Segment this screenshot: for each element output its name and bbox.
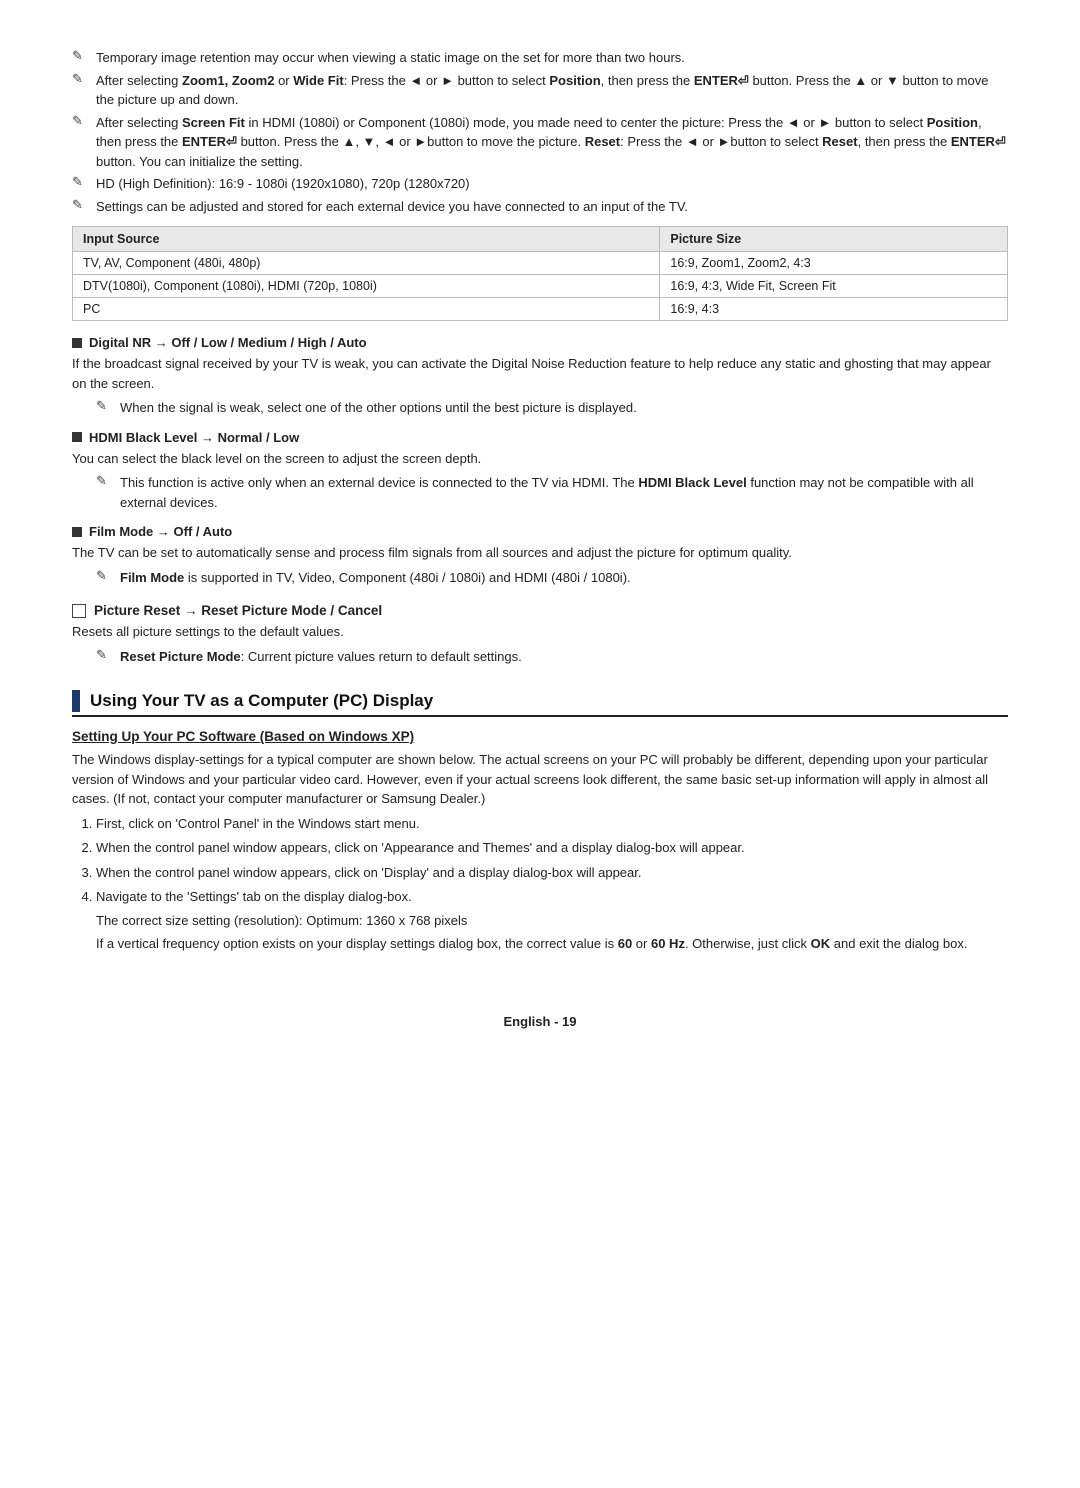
digital-nr-note-text: When the signal is weak, select one of t… <box>120 398 637 418</box>
note-2: ✎ After selecting Zoom1, Zoom2 or Wide F… <box>72 71 1008 110</box>
hdmi-black-note: ✎ This function is active only when an e… <box>72 473 1008 512</box>
digital-nr-note: ✎ When the signal is weak, select one of… <box>72 398 1008 418</box>
note-1: ✎ Temporary image retention may occur wh… <box>72 48 1008 68</box>
pc-step-4-text: Navigate to the 'Settings' tab on the di… <box>96 889 412 904</box>
note-4: ✎ HD (High Definition): 16:9 - 1080i (19… <box>72 174 1008 194</box>
note-icon-4: ✎ <box>72 174 90 190</box>
note-text-3: After selecting Screen Fit in HDMI (1080… <box>96 113 1008 172</box>
hdmi-black-title: HDMI Black Level → Normal / Low <box>89 430 299 445</box>
note-5: ✎ Settings can be adjusted and stored fo… <box>72 197 1008 217</box>
table-cell-picture-1: 16:9, Zoom1, Zoom2, 4:3 <box>660 252 1008 275</box>
footer-label: English - 19 <box>504 1014 577 1029</box>
table-header-picture: Picture Size <box>660 227 1008 252</box>
picture-reset-heading: Picture Reset → Reset Picture Mode / Can… <box>72 603 1008 618</box>
film-mode-note-text: Film Mode is supported in TV, Video, Com… <box>120 568 631 588</box>
picture-reset-note-text: Reset Picture Mode: Current picture valu… <box>120 647 522 667</box>
picture-reset-title: Picture Reset → Reset Picture Mode / Can… <box>94 603 382 618</box>
table-cell-input-2: DTV(1080i), Component (1080i), HDMI (720… <box>73 275 660 298</box>
note-text-2: After selecting Zoom1, Zoom2 or Wide Fit… <box>96 71 1008 110</box>
film-mode-note: ✎ Film Mode is supported in TV, Video, C… <box>72 568 1008 588</box>
film-mode-title: Film Mode → Off / Auto <box>89 524 232 539</box>
digital-nr-body: If the broadcast signal received by your… <box>72 354 1008 393</box>
picture-reset-note: ✎ Reset Picture Mode: Current picture va… <box>72 647 1008 667</box>
picture-reset-note-icon: ✎ <box>96 647 114 663</box>
pc-step-3: When the control panel window appears, c… <box>96 863 1008 883</box>
film-mode-body: The TV can be set to automatically sense… <box>72 543 1008 563</box>
section-square-icon-3 <box>72 527 82 537</box>
table-cell-picture-2: 16:9, 4:3, Wide Fit, Screen Fit <box>660 275 1008 298</box>
top-notes-section: ✎ Temporary image retention may occur wh… <box>72 48 1008 216</box>
table-cell-input-3: PC <box>73 298 660 321</box>
table-row: TV, AV, Component (480i, 480p) 16:9, Zoo… <box>73 252 1008 275</box>
note-icon-1: ✎ <box>72 48 90 64</box>
hdmi-black-note-icon: ✎ <box>96 473 114 489</box>
table-row: PC 16:9, 4:3 <box>73 298 1008 321</box>
film-mode-heading: Film Mode → Off / Auto <box>72 524 1008 539</box>
pc-setup-title: Setting Up Your PC Software (Based on Wi… <box>72 729 1008 744</box>
footer: English - 19 <box>72 1014 1008 1029</box>
note-text-1: Temporary image retention may occur when… <box>96 48 685 68</box>
table-cell-picture-3: 16:9, 4:3 <box>660 298 1008 321</box>
picture-reset-body: Resets all picture settings to the defau… <box>72 622 1008 642</box>
note-3: ✎ After selecting Screen Fit in HDMI (10… <box>72 113 1008 172</box>
note-text-5: Settings can be adjusted and stored for … <box>96 197 688 217</box>
note-icon-2: ✎ <box>72 71 90 87</box>
section-square-icon <box>72 338 82 348</box>
table-row: DTV(1080i), Component (1080i), HDMI (720… <box>73 275 1008 298</box>
pc-step-4-note2: If a vertical frequency option exists on… <box>96 934 1008 954</box>
note-icon-5: ✎ <box>72 197 90 213</box>
note-icon-3: ✎ <box>72 113 90 129</box>
film-mode-note-icon: ✎ <box>96 568 114 584</box>
table-cell-input-1: TV, AV, Component (480i, 480p) <box>73 252 660 275</box>
note-text-4: HD (High Definition): 16:9 - 1080i (1920… <box>96 174 470 194</box>
hdmi-black-note-text: This function is active only when an ext… <box>120 473 1008 512</box>
table-header-input: Input Source <box>73 227 660 252</box>
section-square-icon-2 <box>72 432 82 442</box>
digital-nr-heading: Digital NR → Off / Low / Medium / High /… <box>72 335 1008 350</box>
pc-setup-intro: The Windows display-settings for a typic… <box>72 750 1008 809</box>
hdmi-black-heading: HDMI Black Level → Normal / Low <box>72 430 1008 445</box>
checkbox-icon <box>72 604 86 618</box>
pc-steps-list: First, click on 'Control Panel' in the W… <box>96 814 1008 954</box>
digital-nr-title: Digital NR → Off / Low / Medium / High /… <box>89 335 367 350</box>
blue-bar-icon <box>72 690 80 712</box>
hdmi-black-body: You can select the black level on the sc… <box>72 449 1008 469</box>
pc-step-4: Navigate to the 'Settings' tab on the di… <box>96 887 1008 954</box>
pc-step-2: When the control panel window appears, c… <box>96 838 1008 858</box>
input-source-table: Input Source Picture Size TV, AV, Compon… <box>72 226 1008 321</box>
pc-step-1: First, click on 'Control Panel' in the W… <box>96 814 1008 834</box>
main-section-heading: Using Your TV as a Computer (PC) Display <box>72 690 1008 717</box>
main-section-title: Using Your TV as a Computer (PC) Display <box>90 691 433 711</box>
digital-nr-note-icon: ✎ <box>96 398 114 414</box>
pc-step-4-note1: The correct size setting (resolution): O… <box>96 911 1008 931</box>
